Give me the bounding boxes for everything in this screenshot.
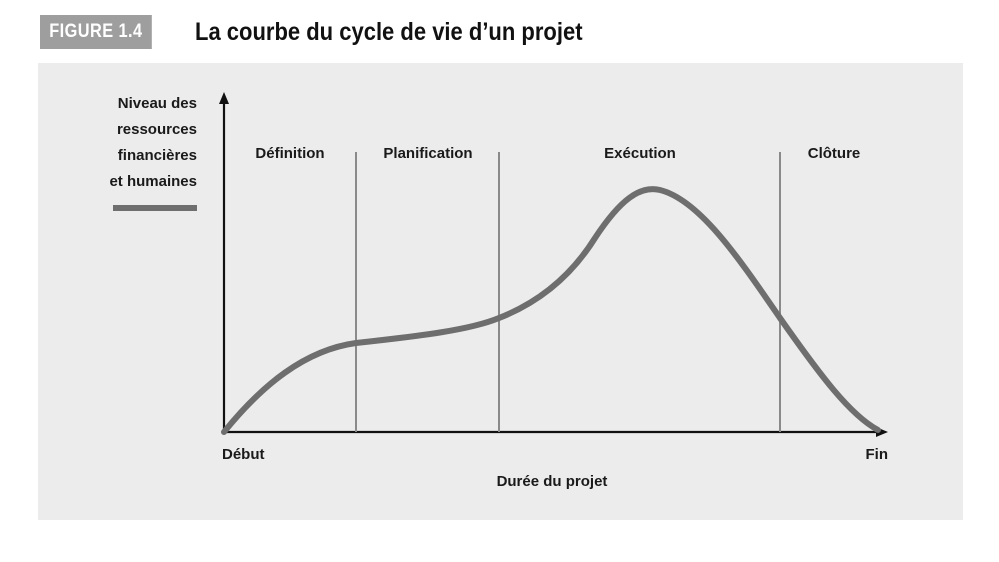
phase-label-definition: Définition (255, 145, 324, 162)
x-axis-end-label: Fin (866, 446, 889, 463)
lifecycle-diagram: Définition Planification Exécution Clôtu… (109, 92, 889, 490)
y-axis-label-line-3: financières (118, 147, 197, 164)
phase-label-cloture: Clôture (808, 145, 861, 162)
y-axis-label-line-2: ressources (117, 121, 197, 138)
y-axis-label-line-4: et humaines (109, 173, 197, 190)
y-axis-arrow-icon (219, 92, 229, 104)
x-axis-start-label: Début (222, 446, 265, 463)
phase-label-planification: Planification (383, 145, 472, 162)
phase-label-execution: Exécution (604, 145, 676, 162)
y-axis-label-line-1: Niveau des (118, 95, 197, 112)
x-axis-label: Durée du projet (497, 473, 608, 490)
